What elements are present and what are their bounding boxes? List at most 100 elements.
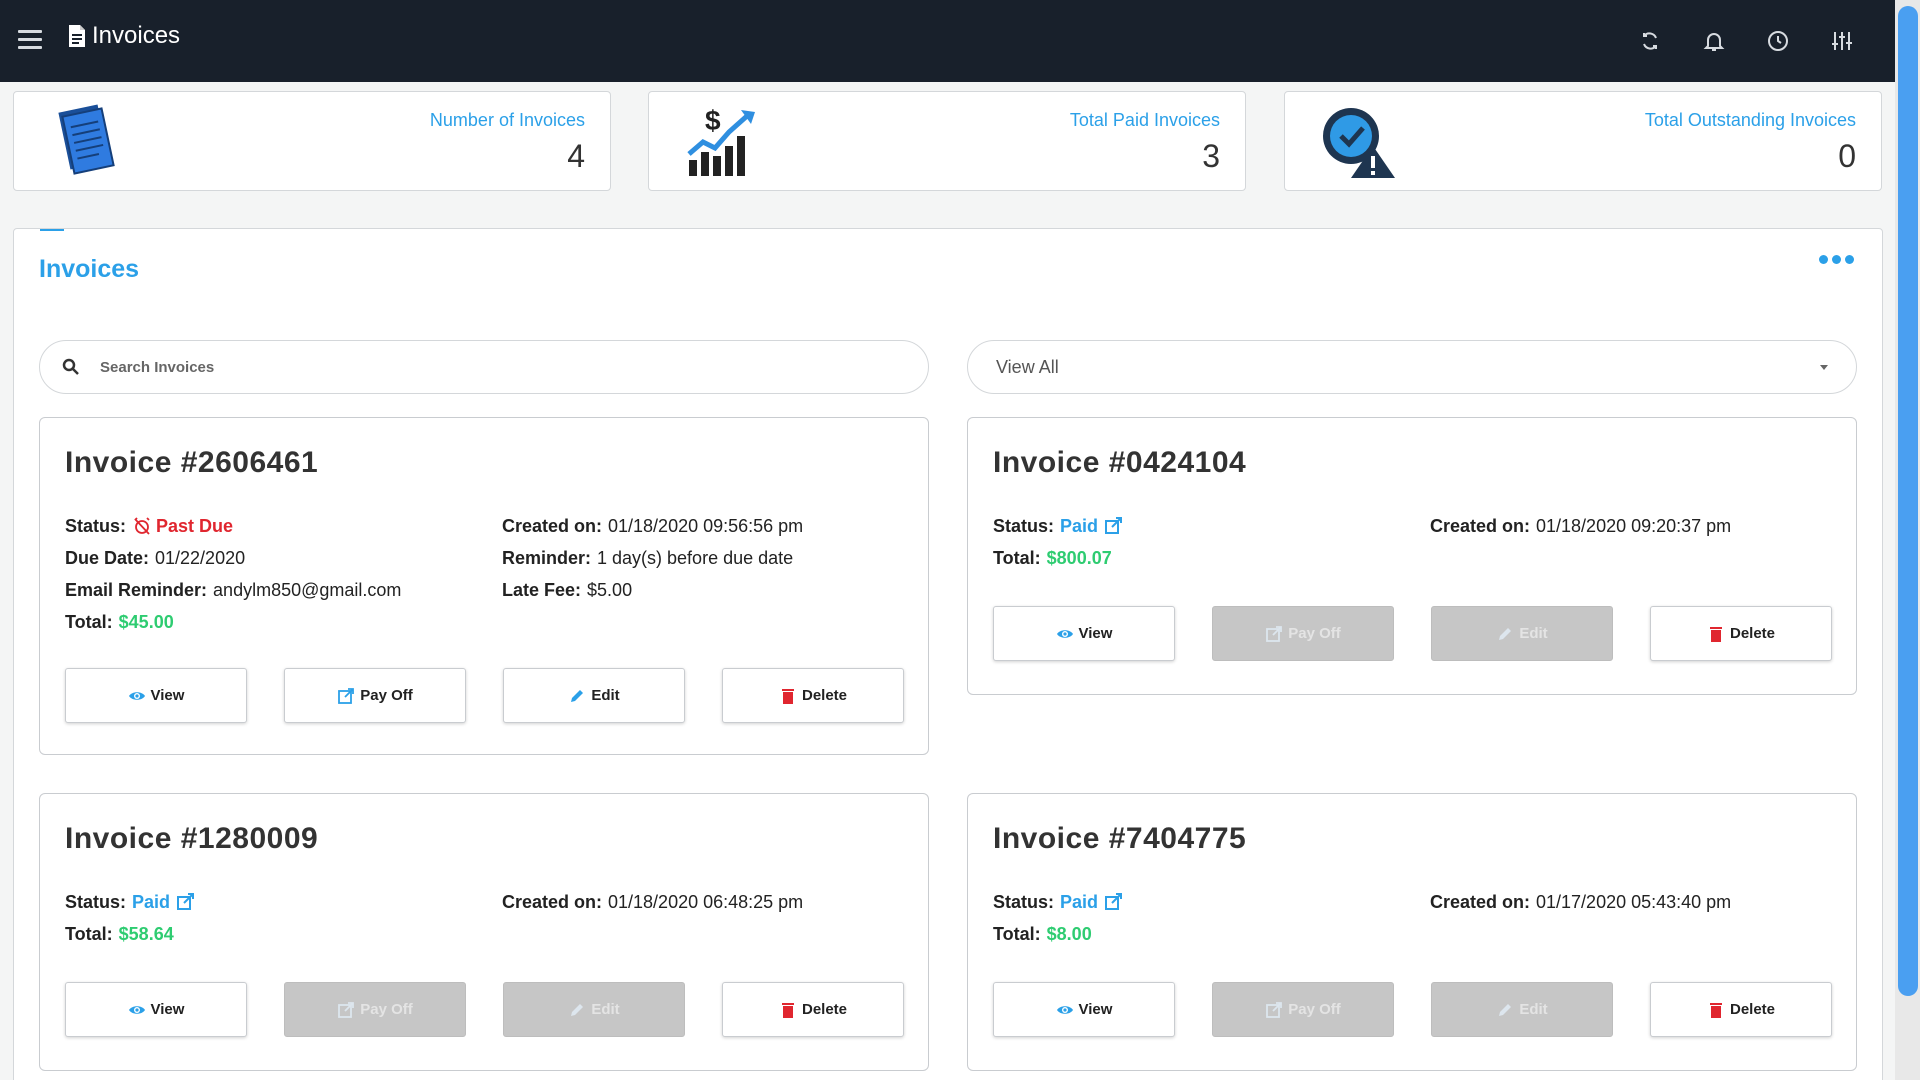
status-text: Paid: [1060, 516, 1099, 536]
status-label: Status:: [65, 516, 127, 536]
late-fee-value: $5.00: [587, 580, 633, 600]
trash-icon: [1709, 626, 1722, 642]
total-label: Total:: [993, 924, 1041, 944]
search-input[interactable]: [100, 358, 860, 376]
stat-value: 3: [1202, 138, 1220, 174]
created-on-label: Created on:: [502, 516, 603, 536]
total-value: $8.00: [1046, 924, 1092, 944]
button-label: Pay Off: [1288, 1001, 1341, 1018]
invoice-title: Invoice #0424104: [993, 446, 1247, 479]
stat-value: 4: [567, 138, 585, 174]
view-button[interactable]: View: [65, 668, 247, 723]
status-text: Paid: [1060, 892, 1099, 912]
created-on-value: 01/18/2020 06:48:25 pm: [608, 892, 804, 912]
created-on-label: Created on:: [502, 892, 603, 912]
button-label: Delete: [801, 687, 848, 704]
more-options-icon[interactable]: [1819, 255, 1854, 264]
delete-button[interactable]: Delete: [722, 668, 904, 723]
button-label: Edit: [1519, 625, 1548, 642]
created-on-value: 01/18/2020 09:20:37 pm: [1536, 516, 1732, 536]
due-date-value: 01/22/2020: [155, 548, 246, 568]
view-button[interactable]: View: [65, 982, 247, 1037]
pencil-icon: [571, 1003, 584, 1016]
edit-button[interactable]: Edit: [503, 668, 685, 723]
filter-select[interactable]: View All: [967, 340, 1857, 394]
button-label: View: [1078, 625, 1113, 642]
edit-button: Edit: [1431, 982, 1613, 1037]
pencil-icon: [1499, 627, 1512, 640]
scrollbar-thumb[interactable]: [1898, 6, 1918, 996]
total-value: $45.00: [118, 612, 174, 632]
invoice-card: Invoice #0424104 Status: Paid Total: $800…: [967, 417, 1857, 695]
stat-card-number-of-invoices: Number of Invoices 4: [13, 91, 611, 191]
invoice-card: Invoice #7404775 Status: Paid Total: $8.0…: [967, 793, 1857, 1071]
status-text: Past Due: [156, 516, 234, 536]
total-value: $58.64: [118, 924, 174, 944]
status-label: Status:: [993, 892, 1055, 912]
invoice-title: Invoice #7404775: [993, 822, 1247, 855]
button-label: Pay Off: [1288, 625, 1341, 642]
delete-button[interactable]: Delete: [722, 982, 904, 1037]
view-button[interactable]: View: [993, 982, 1175, 1037]
trash-icon: [1709, 1002, 1722, 1018]
invoice-title: Invoice #1280009: [65, 822, 319, 855]
late-fee-label: Late Fee:: [502, 580, 582, 600]
invoice-card: Invoice #2606461 Status: Past Due Due Da…: [39, 417, 929, 755]
bell-icon[interactable]: [1701, 28, 1727, 54]
created-on-label: Created on:: [1430, 892, 1531, 912]
delete-button[interactable]: Delete: [1650, 982, 1832, 1037]
clock-warning-icon: [1323, 108, 1395, 178]
button-label: Edit: [591, 1001, 620, 1018]
eye-icon: [1056, 629, 1073, 638]
delete-button[interactable]: Delete: [1650, 606, 1832, 661]
button-label: Delete: [1729, 1001, 1776, 1018]
panel-title: Invoices: [39, 255, 140, 283]
external-link-icon: [338, 1001, 355, 1018]
external-link-icon: [1266, 625, 1283, 642]
pay-off-button[interactable]: Pay Off: [284, 668, 466, 723]
dollar-growth-chart-icon: $: [687, 105, 755, 176]
app-title: Invoices: [68, 22, 180, 50]
alarm-off-icon: [134, 517, 150, 535]
total-label: Total:: [65, 924, 113, 944]
button-label: Pay Off: [360, 1001, 413, 1018]
chevron-down-icon: [1820, 364, 1828, 370]
created-on-label: Created on:: [1430, 516, 1531, 536]
panel-accent-line: [40, 229, 64, 231]
stat-card-total-paid: $ Total Paid Invoices 3: [648, 91, 1246, 191]
edit-button: Edit: [1431, 606, 1613, 661]
clock-icon[interactable]: [1765, 28, 1791, 54]
pencil-icon: [1499, 1003, 1512, 1016]
status-badge[interactable]: Paid: [132, 891, 196, 913]
search-bar[interactable]: [39, 340, 929, 394]
button-label: Pay Off: [360, 687, 413, 704]
status-badge[interactable]: Paid: [1060, 891, 1124, 913]
stat-label: Number of Invoices: [429, 110, 585, 130]
eye-icon: [1056, 1005, 1073, 1014]
sliders-icon[interactable]: [1829, 28, 1855, 54]
top-navigation-bar: Invoices: [0, 0, 1895, 82]
trash-icon: [781, 688, 794, 704]
eye-icon: [128, 1005, 145, 1014]
refresh-icon[interactable]: [1637, 28, 1663, 54]
stat-card-total-outstanding: Total Outstanding Invoices 0: [1284, 91, 1882, 191]
pencil-icon: [571, 689, 584, 702]
stat-label: Total Outstanding Invoices: [1644, 110, 1856, 130]
status-text: Paid: [132, 892, 171, 912]
document-icon: [69, 25, 85, 47]
button-label: View: [150, 1001, 185, 1018]
invoices-panel: Invoices View All Invoice #2606461 Statu…: [13, 228, 1883, 1080]
svg-text:$: $: [705, 105, 721, 136]
pay-off-button: Pay Off: [1212, 982, 1394, 1037]
status-badge[interactable]: Paid: [1060, 515, 1124, 537]
view-button[interactable]: View: [993, 606, 1175, 661]
button-label: Delete: [1729, 625, 1776, 642]
search-icon: [62, 358, 79, 375]
hamburger-menu-icon[interactable]: [18, 30, 42, 50]
button-label: Edit: [591, 687, 620, 704]
button-label: View: [150, 687, 185, 704]
eye-icon: [128, 691, 145, 700]
button-label: View: [1078, 1001, 1113, 1018]
filter-selected-value: View All: [996, 356, 1059, 377]
created-on-value: 01/17/2020 05:43:40 pm: [1536, 892, 1732, 912]
